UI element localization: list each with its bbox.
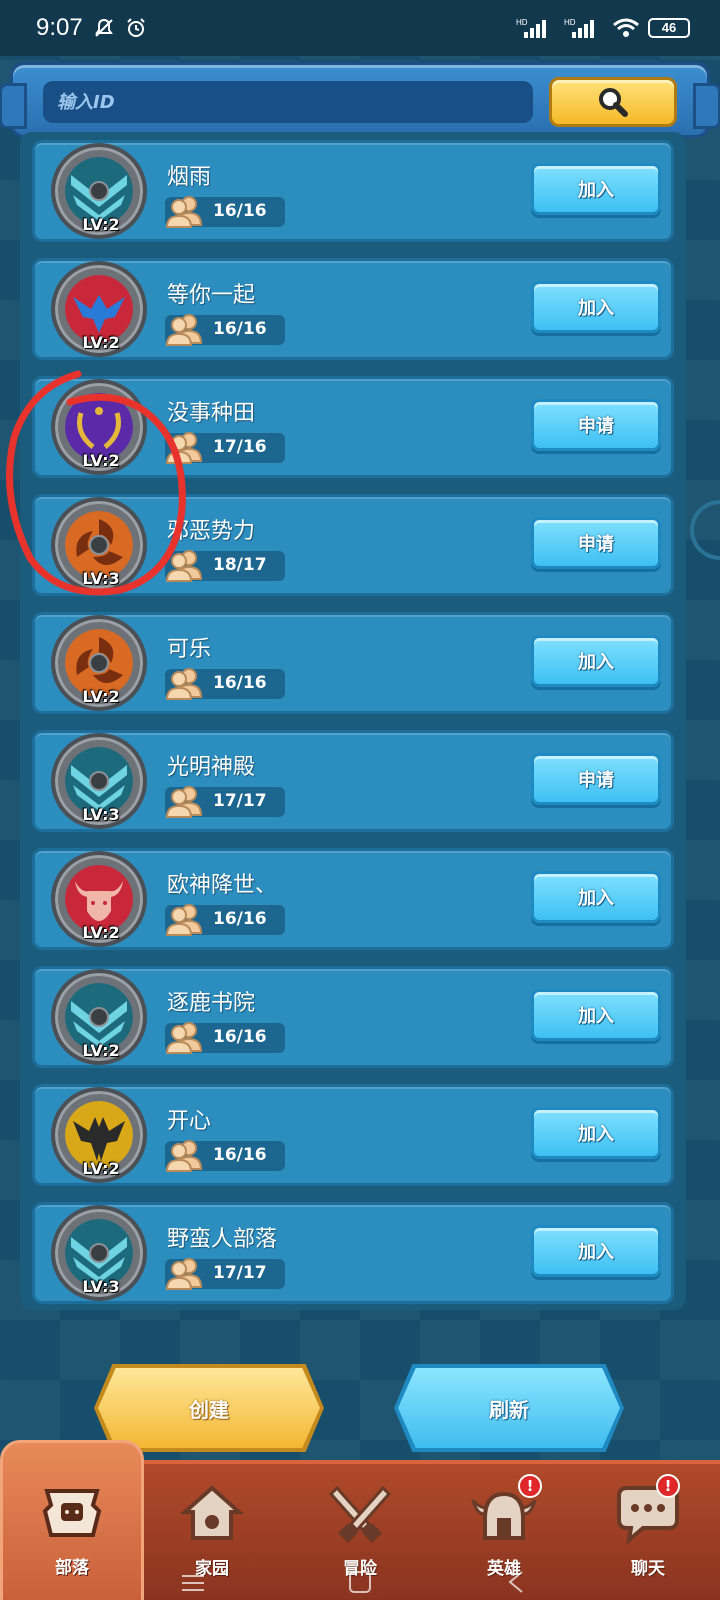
- clan-id-search-input[interactable]: [43, 81, 533, 123]
- clan-level: LV:3: [82, 805, 120, 824]
- create-clan-button[interactable]: 创建: [98, 1368, 320, 1448]
- member-count: 17/16: [213, 437, 267, 457]
- wifi-icon: [613, 18, 639, 37]
- back-icon[interactable]: [508, 1571, 523, 1593]
- members-icon: [165, 314, 203, 346]
- join-button[interactable]: 加入: [531, 163, 661, 215]
- clan-row: LV:2 逐鹿书院 16/16 加入: [32, 966, 674, 1068]
- clan-row: LV:2 开心 16/16 加入: [32, 1084, 674, 1186]
- refresh-button[interactable]: 刷新: [398, 1368, 620, 1448]
- member-count-badge: 16/16: [165, 1022, 285, 1054]
- clan-level: LV:2: [82, 215, 120, 234]
- member-count-badge: 16/16: [165, 196, 285, 228]
- clan-level: LV:2: [82, 1041, 120, 1060]
- signal-icon-2: HD: [564, 18, 594, 38]
- clan-name: 等你一起: [167, 283, 256, 308]
- member-count: 17/17: [213, 791, 267, 811]
- crossed-swords-icon: [328, 1485, 392, 1543]
- mute-notification-icon: [94, 18, 113, 37]
- member-count-badge: 16/16: [165, 314, 285, 346]
- clan-level: LV:2: [82, 1159, 120, 1178]
- menu-icon[interactable]: [182, 1575, 204, 1591]
- join-button[interactable]: 加入: [531, 635, 661, 687]
- tribe-icon: [42, 1489, 102, 1537]
- members-icon: [165, 432, 203, 464]
- clan-name: 逐鹿书院: [167, 991, 256, 1016]
- clan-row: LV:2 等你一起 16/16 加入: [32, 258, 674, 360]
- clan-row: LV:2 没事种田 17/16 申请: [32, 376, 674, 478]
- clan-name: 光明神殿: [167, 755, 256, 780]
- join-button[interactable]: 加入: [531, 989, 661, 1041]
- clan-name: 开心: [167, 1109, 212, 1134]
- search-icon: [599, 88, 628, 117]
- alarm-icon: [127, 18, 145, 37]
- scroll-handle[interactable]: [690, 500, 720, 560]
- apply-button[interactable]: 申请: [531, 399, 661, 451]
- clan-level: LV:3: [82, 569, 120, 588]
- member-count: 16/16: [213, 1145, 267, 1165]
- search-frame: [0, 62, 720, 138]
- member-count-badge: 18/17: [165, 550, 285, 582]
- search-button[interactable]: [549, 77, 677, 127]
- clan-level: LV:2: [82, 923, 120, 942]
- clan-name: 没事种田: [167, 401, 256, 426]
- member-count-badge: 17/16: [165, 432, 285, 464]
- apply-button[interactable]: 申请: [531, 517, 661, 569]
- join-button[interactable]: 加入: [531, 1225, 661, 1277]
- member-count: 16/16: [213, 319, 267, 339]
- clan-row: LV:3 邪恶势力 18/17 申请: [32, 494, 674, 596]
- clan-row: LV:3 光明神殿 17/17 申请: [32, 730, 674, 832]
- heroes-alert-badge: !: [518, 1474, 542, 1498]
- clan-level: LV:3: [82, 1277, 120, 1296]
- battery-indicator: 46: [648, 18, 690, 38]
- signal-icon: HD: [516, 18, 546, 38]
- clan-name: 邪恶势力: [167, 519, 256, 544]
- clan-name: 烟雨: [167, 165, 212, 190]
- members-icon: [165, 904, 203, 936]
- net-label-2: HD: [564, 18, 576, 27]
- clan-name: 欧神降世、: [167, 873, 278, 898]
- net-label-1: HD: [516, 18, 528, 27]
- home-square-icon[interactable]: [349, 1571, 371, 1593]
- member-count: 16/16: [213, 201, 267, 221]
- status-bar: 9:07 HD HD 46: [0, 0, 720, 56]
- member-count: 16/16: [213, 909, 267, 929]
- member-count-badge: 16/16: [165, 904, 285, 936]
- clan-level: LV:2: [82, 333, 120, 352]
- members-icon: [165, 668, 203, 700]
- system-navigation-bar: [182, 1571, 523, 1593]
- members-icon: [165, 196, 203, 228]
- apply-button[interactable]: 申请: [531, 753, 661, 805]
- clan-level: LV:2: [82, 451, 120, 470]
- status-time: 9:07: [36, 14, 83, 41]
- join-button[interactable]: 加入: [531, 871, 661, 923]
- clan-name: 可乐: [167, 637, 212, 662]
- member-count-badge: 16/16: [165, 668, 285, 700]
- clan-row: LV:3 野蛮人部落 17/17 加入: [32, 1202, 674, 1304]
- clan-level: LV:2: [82, 687, 120, 706]
- members-icon: [165, 1022, 203, 1054]
- member-count: 16/16: [213, 673, 267, 693]
- member-count-badge: 17/17: [165, 1258, 285, 1290]
- member-count: 17/17: [213, 1263, 267, 1283]
- member-count-badge: 17/17: [165, 786, 285, 818]
- members-icon: [165, 1258, 203, 1290]
- clan-row: LV:2 可乐 16/16 加入: [32, 612, 674, 714]
- member-count-badge: 16/16: [165, 1140, 285, 1172]
- clan-row: LV:2 烟雨 16/16 加入: [32, 140, 674, 242]
- join-button[interactable]: 加入: [531, 1107, 661, 1159]
- join-button[interactable]: 加入: [531, 281, 661, 333]
- members-icon: [165, 550, 203, 582]
- members-icon: [165, 786, 203, 818]
- clan-name: 野蛮人部落: [167, 1227, 278, 1252]
- clan-list: LV:2 烟雨 16/16 加入 LV:2 等你一起 16/16 加入 LV:2…: [32, 140, 690, 1320]
- member-count: 16/16: [213, 1027, 267, 1047]
- member-count: 18/17: [213, 555, 267, 575]
- home-icon: [179, 1485, 245, 1540]
- clan-row: LV:2 欧神降世、 16/16 加入: [32, 848, 674, 950]
- members-icon: [165, 1140, 203, 1172]
- chat-alert-badge: !: [656, 1474, 680, 1498]
